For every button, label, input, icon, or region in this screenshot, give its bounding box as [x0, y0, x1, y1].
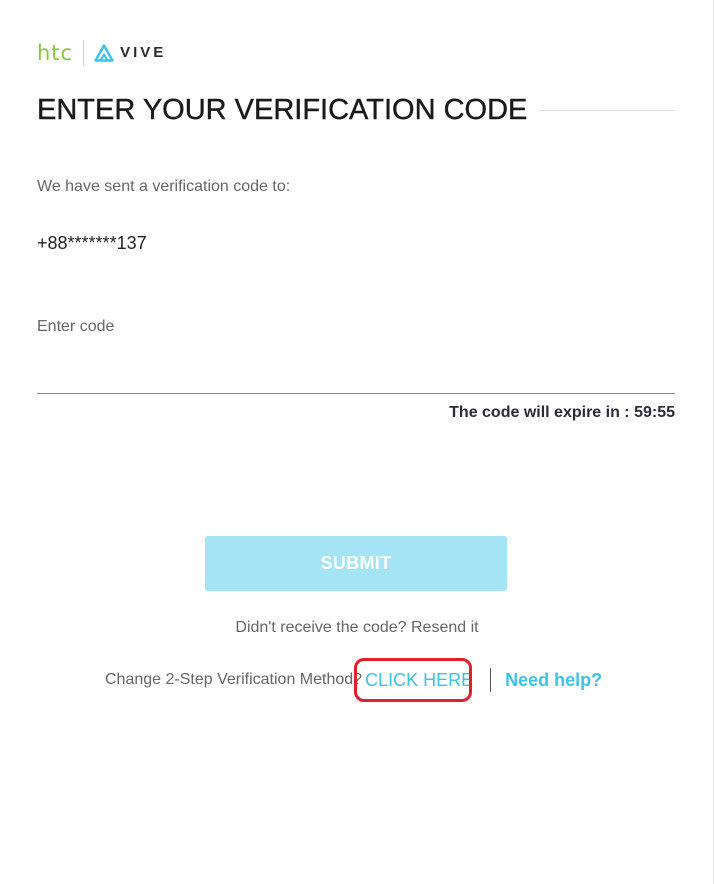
htc-logo-text: htc — [37, 41, 74, 65]
resend-prompt: Didn't receive the code? — [235, 619, 407, 636]
code-expiry-timer: The code will expire in : 59:55 — [449, 404, 675, 421]
change-method-row: Change 2-Step Verification Method? CLICK… — [105, 657, 602, 702]
sent-to-label: We have sent a verification code to: — [37, 178, 291, 195]
code-input-label: Enter code — [37, 318, 115, 335]
masked-phone-number: +88*******137 — [37, 233, 147, 253]
resend-link[interactable]: Resend it — [411, 619, 479, 636]
resend-row: Didn't receive the code? Resend it — [0, 619, 714, 637]
change-method-link[interactable]: CLICK HERE — [364, 670, 474, 690]
submit-button[interactable]: SUBMIT — [205, 536, 507, 591]
logo-divider — [83, 40, 85, 66]
title-divider — [539, 109, 675, 111]
link-divider — [490, 668, 492, 692]
verification-code-field[interactable]: Enter code — [37, 318, 675, 394]
vive-logo-icon — [94, 44, 114, 62]
change-method-prompt: Change 2-Step Verification Method? — [105, 671, 363, 688]
vive-logo-text: VIVE — [120, 44, 167, 61]
page-title: ENTER YOUR VERIFICATION CODE — [37, 94, 528, 126]
brand-logo: htc VIVE — [37, 40, 166, 66]
title-row: ENTER YOUR VERIFICATION CODE — [37, 92, 675, 128]
verification-code-input[interactable] — [37, 354, 675, 388]
need-help-link[interactable]: Need help? — [505, 670, 602, 691]
click-here-wrapper: CLICK HERE — [354, 657, 474, 702]
